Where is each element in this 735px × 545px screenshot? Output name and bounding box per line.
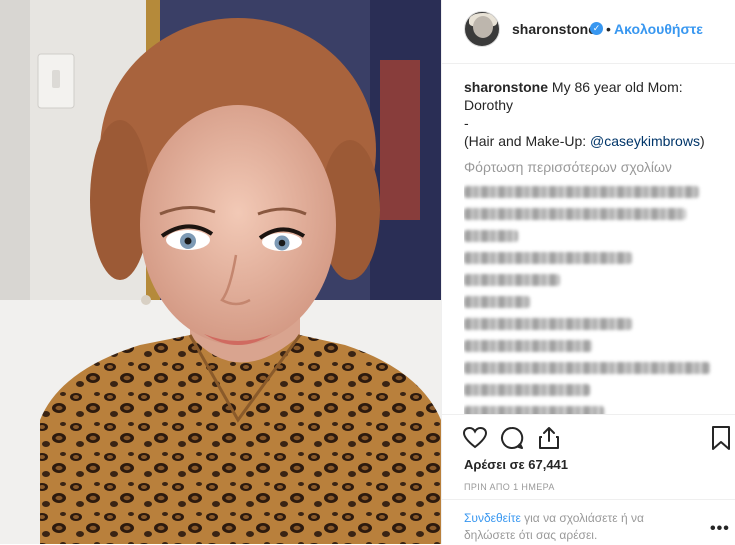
heart-icon[interactable] xyxy=(462,425,488,451)
header-separator: • xyxy=(606,21,611,37)
caption-line-3-prefix: (Hair and Make-Up: xyxy=(464,133,591,149)
blurred-comment xyxy=(464,318,632,330)
blurred-comment xyxy=(464,362,710,374)
post-actions: Αρέσει σε 67,441 ΠΡΙΝ ΑΠΟ 1 ΗΜΕΡΑ Συνδεθ… xyxy=(442,414,735,544)
header-username[interactable]: sharonstone xyxy=(512,21,596,37)
login-prompt: Συνδεθείτε για να σχολιάσετε ή να δηλώσε… xyxy=(442,499,735,545)
login-text: Συνδεθείτε για να σχολιάσετε ή να δηλώσε… xyxy=(464,510,684,544)
caption-username[interactable]: sharonstone xyxy=(464,79,548,95)
blurred-comment xyxy=(464,296,530,308)
avatar[interactable] xyxy=(464,11,500,47)
blurred-comment xyxy=(464,274,560,286)
blurred-comment xyxy=(464,252,632,264)
load-more-comments-link[interactable]: Φόρτωση περισσότερων σχολίων xyxy=(464,158,728,176)
blurred-comment xyxy=(464,230,518,242)
bookmark-icon[interactable] xyxy=(708,425,734,451)
post-timestamp: ΠΡΙΝ ΑΠΟ 1 ΗΜΕΡΑ xyxy=(464,482,555,492)
caption-line-3-suffix: ) xyxy=(699,133,705,149)
post-header: sharonstone ✓ • Ακολουθήστε xyxy=(442,0,735,64)
instagram-post: sharonstone ✓ • Ακολουθήστε sharonstone … xyxy=(0,0,735,544)
more-options-icon[interactable]: ••• xyxy=(710,520,730,538)
likes-count[interactable]: Αρέσει σε 67,441 xyxy=(464,457,568,472)
login-link[interactable]: Συνδεθείτε xyxy=(464,511,521,525)
portrait-image xyxy=(0,0,441,544)
blurred-comment xyxy=(464,208,686,220)
blurred-comment xyxy=(464,384,590,396)
post-caption: sharonstone My 86 year old Mom: Dorothy … xyxy=(464,78,728,150)
caption-line-2: - xyxy=(464,115,469,131)
blurred-comment xyxy=(464,406,604,414)
follow-button[interactable]: Ακολουθήστε xyxy=(614,21,703,37)
post-sidebar: sharonstone ✓ • Ακολουθήστε sharonstone … xyxy=(441,0,735,544)
blurred-comment xyxy=(464,340,592,352)
blurred-comment xyxy=(464,186,699,198)
post-photo[interactable] xyxy=(0,0,441,544)
comment-icon[interactable] xyxy=(499,425,525,451)
comments-list[interactable]: sharonstone My 86 year old Mom: Dorothy … xyxy=(464,78,728,414)
verified-badge-icon: ✓ xyxy=(590,22,603,35)
caption-mention-link[interactable]: @caseykimbrows xyxy=(590,133,700,149)
share-icon[interactable] xyxy=(536,425,562,451)
